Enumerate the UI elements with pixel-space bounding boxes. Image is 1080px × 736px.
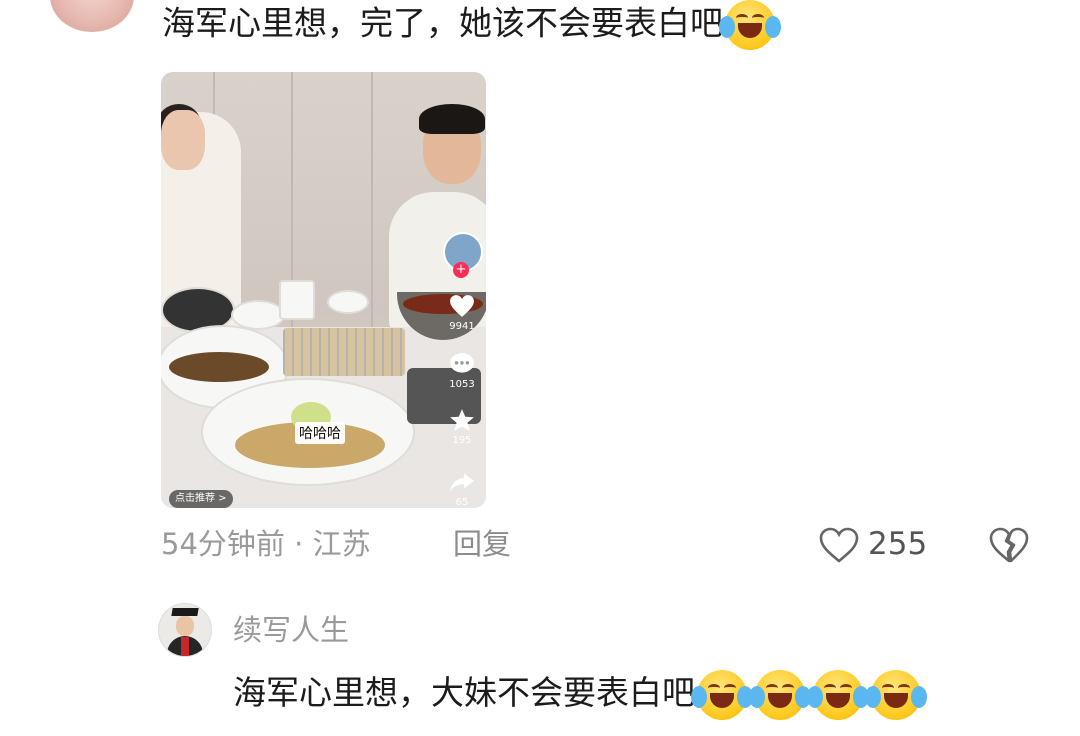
- video-favorite-count: 195: [452, 435, 472, 446]
- laughing-crying-emoji-icon: [807, 669, 869, 720]
- laughing-crying-emoji-icon: [865, 669, 927, 720]
- comment-location: 江苏: [312, 527, 371, 561]
- video-share-count: 65: [455, 497, 469, 508]
- video-like-count: 9941: [449, 321, 475, 332]
- video-thumbnail[interactable]: + 9941 1053 195 65 哈哈哈 点击推荐 >: [161, 72, 486, 508]
- laughing-crying-emoji-icon: [749, 669, 811, 720]
- video-comment-count: 1053: [449, 379, 475, 390]
- laughing-crying-emoji-icon: [691, 669, 753, 720]
- video-like-button[interactable]: 9941: [446, 294, 478, 332]
- video-comment-button[interactable]: 1053: [446, 352, 478, 390]
- meta-separator: ·: [294, 527, 304, 561]
- video-caption: 哈哈哈: [295, 422, 345, 444]
- comment-meta: 54分钟前 · 江苏: [161, 524, 371, 564]
- follow-plus-icon[interactable]: +: [453, 262, 469, 278]
- video-favorite-button[interactable]: 195: [446, 408, 478, 446]
- reply-username[interactable]: 续写人生: [233, 610, 349, 650]
- star-icon: [450, 409, 474, 431]
- reply-button[interactable]: 回复: [453, 524, 511, 564]
- laughing-crying-emoji-icon: [719, 0, 781, 50]
- like-heart-icon[interactable]: [818, 525, 860, 565]
- share-arrow-icon: [450, 473, 474, 492]
- reply-text-body: 海军心里想，大妹不会要表白吧: [233, 673, 695, 712]
- reply-avatar[interactable]: [158, 603, 212, 657]
- dislike-broken-heart-icon[interactable]: [988, 525, 1030, 565]
- video-share-button[interactable]: 65: [446, 470, 478, 508]
- commenter-avatar[interactable]: [50, 0, 134, 32]
- comment-time: 54分钟前: [161, 527, 285, 561]
- comment-bubble-icon: [450, 353, 474, 373]
- like-count: 255: [868, 526, 928, 562]
- comment-text: 海军心里想，完了，她该不会要表白吧: [162, 0, 781, 50]
- reply-text: 海军心里想，大妹不会要表白吧: [233, 668, 927, 720]
- comment-text-body: 海军心里想，完了，她该不会要表白吧: [162, 3, 723, 43]
- recommend-button[interactable]: 点击推荐 >: [169, 490, 233, 508]
- heart-icon: [450, 295, 474, 317]
